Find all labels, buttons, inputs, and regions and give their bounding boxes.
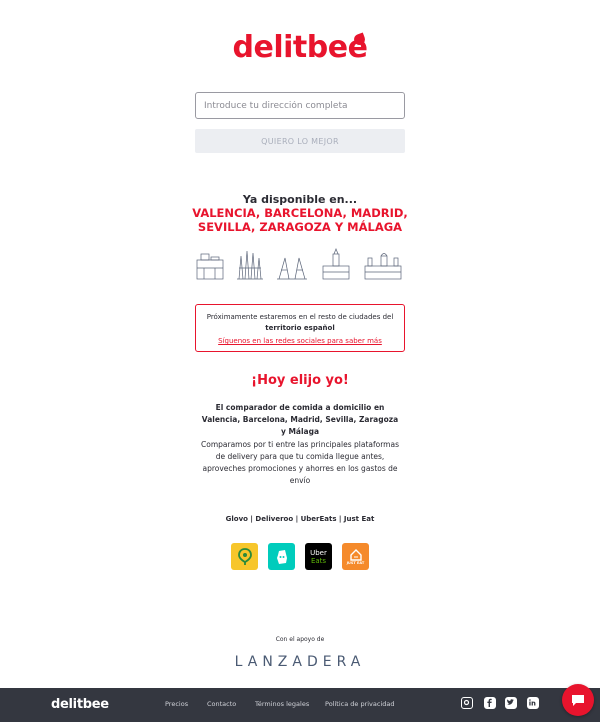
chat-bubble-icon[interactable] bbox=[562, 684, 594, 716]
valencia-skyline-icon bbox=[196, 253, 224, 280]
instagram-icon[interactable] bbox=[461, 697, 473, 709]
cities-list: VALENCIA, BARCELONA, MADRID, SEVILLA, ZA… bbox=[0, 206, 600, 234]
deliveroo-app-icon[interactable] bbox=[268, 543, 295, 570]
ubereats-app-icon[interactable]: Uber Eats bbox=[305, 543, 332, 570]
footer-link-contacto[interactable]: Contacto bbox=[207, 700, 236, 708]
description-body: Comparamos por ti entre las principales … bbox=[201, 440, 399, 485]
platform-app-icons: Uber Eats JUST EAT bbox=[231, 543, 371, 571]
city-skylines bbox=[196, 248, 402, 280]
ubereats-label-bottom: Eats bbox=[310, 556, 327, 565]
cities-line-2: SEVILLA, ZARAGOZA Y MÁLAGA bbox=[197, 220, 403, 234]
footer: delitbee Precios Contacto Términos legal… bbox=[0, 688, 600, 722]
claim-heading: ¡Hoy elijo yo! bbox=[251, 373, 349, 388]
coming-soon-text: Próximamente estaremos en el resto de ci… bbox=[206, 313, 394, 321]
facebook-icon[interactable] bbox=[484, 697, 496, 709]
zaragoza-skyline-icon bbox=[364, 253, 402, 280]
barcelona-skyline-icon bbox=[237, 250, 263, 280]
follow-social-link[interactable]: Síguenos en las redes sociales para sabe… bbox=[196, 336, 404, 347]
coming-soon-territory: territorio español bbox=[265, 324, 335, 332]
availability-title: Ya disponible en... bbox=[242, 193, 358, 206]
description-title: El comparador de comida a domicilio en V… bbox=[201, 403, 399, 436]
madrid-skyline-icon bbox=[277, 257, 307, 280]
linkedin-icon[interactable] bbox=[527, 697, 539, 709]
support-label: Con el apoyo de bbox=[275, 636, 325, 643]
address-input[interactable] bbox=[195, 92, 405, 119]
glovo-app-icon[interactable] bbox=[231, 543, 258, 570]
footer-link-privacidad[interactable]: Política de privacidad bbox=[325, 700, 395, 708]
platforms-list: Glovo | Deliveroo | UberEats | Just Eat bbox=[225, 515, 375, 523]
quiero-lo-mejor-button[interactable]: QUIERO LO MEJOR bbox=[195, 129, 405, 153]
justeat-label: JUST EAT bbox=[346, 560, 365, 565]
footer-link-precios[interactable]: Precios bbox=[165, 700, 188, 708]
lanzadera-logo[interactable]: LANZADERA bbox=[0, 654, 600, 670]
brand-logo[interactable]: delitbee bbox=[0, 30, 600, 65]
coming-soon-box: Próximamente estaremos en el resto de ci… bbox=[195, 304, 405, 352]
cities-line-1: VALENCIA, BARCELONA, MADRID, bbox=[192, 206, 408, 220]
footer-logo[interactable]: delitbee bbox=[51, 697, 109, 712]
twitter-icon[interactable] bbox=[505, 697, 517, 709]
sevilla-skyline-icon bbox=[322, 248, 350, 280]
footer-link-terminos[interactable]: Términos legales bbox=[255, 700, 309, 708]
ubereats-label-top: Uber bbox=[310, 548, 327, 557]
justeat-app-icon[interactable]: JUST EAT bbox=[342, 543, 369, 570]
